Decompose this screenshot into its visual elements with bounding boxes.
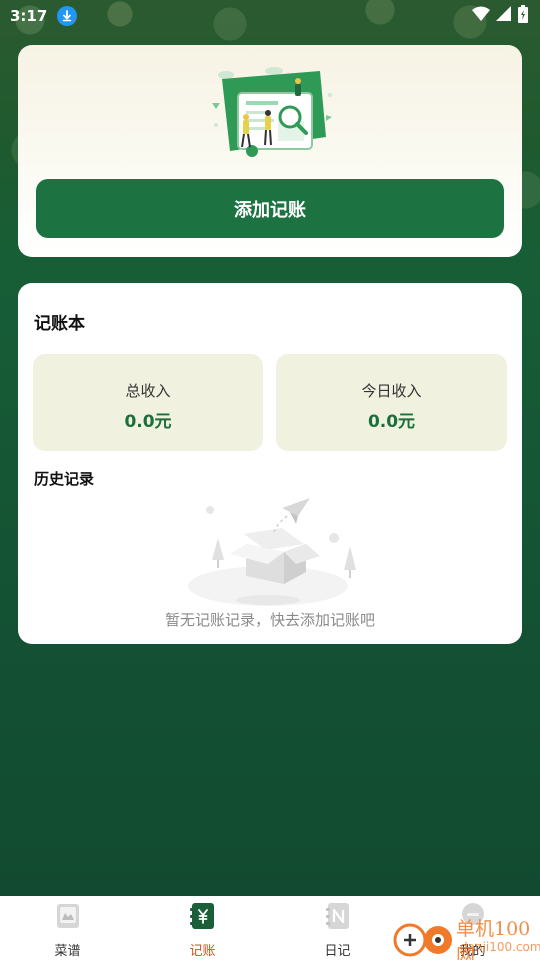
nav-item-recipes[interactable]: 菜谱: [0, 896, 135, 960]
status-time: 3:17: [10, 7, 48, 25]
add-record-card: 添加记账: [18, 45, 522, 257]
empty-box-icon: [186, 498, 356, 610]
nav-label-ledger: 记账: [189, 944, 216, 959]
today-income-label: 今日收入: [361, 382, 422, 400]
ledger-card: 记账本 总收入 0.0元 今日收入 0.0元 历史记录 暂无记账记录，快去添加记…: [18, 283, 522, 644]
wifi-icon: [472, 6, 490, 26]
recipe-book-icon: [55, 902, 81, 930]
download-icon: [57, 6, 78, 26]
nav-label-diary: 日记: [324, 944, 351, 959]
empty-state-text: 暂无记账记录，快去添加记账吧: [164, 611, 375, 629]
total-income-value: 0.0元: [124, 412, 172, 432]
profile-icon: [460, 902, 486, 930]
add-record-button[interactable]: 添加记账: [36, 179, 504, 238]
today-income-box: 今日收入 0.0元: [276, 354, 507, 451]
nav-label-profile: 我的: [459, 944, 486, 959]
battery-icon: [518, 5, 528, 27]
nav-item-profile[interactable]: 我的: [405, 896, 540, 960]
signal-icon: [496, 6, 512, 26]
diary-notebook-icon: [325, 902, 351, 930]
total-income-box: 总收入 0.0元: [33, 354, 263, 451]
ledger-title: 记账本: [34, 314, 85, 334]
nav-item-diary[interactable]: 日记: [270, 896, 405, 960]
today-income-value: 0.0元: [367, 412, 416, 432]
ledger-yen-icon: [189, 902, 216, 930]
nav-item-ledger[interactable]: 记账: [135, 896, 270, 960]
history-title: 历史记录: [34, 470, 95, 488]
bottom-nav: 菜谱 记账 日记 我的: [0, 896, 540, 960]
accounting-illustration: [208, 65, 338, 183]
nav-label-recipes: 菜谱: [54, 944, 81, 959]
total-income-label: 总收入: [125, 382, 171, 400]
status-bar: 3:17: [0, 0, 540, 32]
